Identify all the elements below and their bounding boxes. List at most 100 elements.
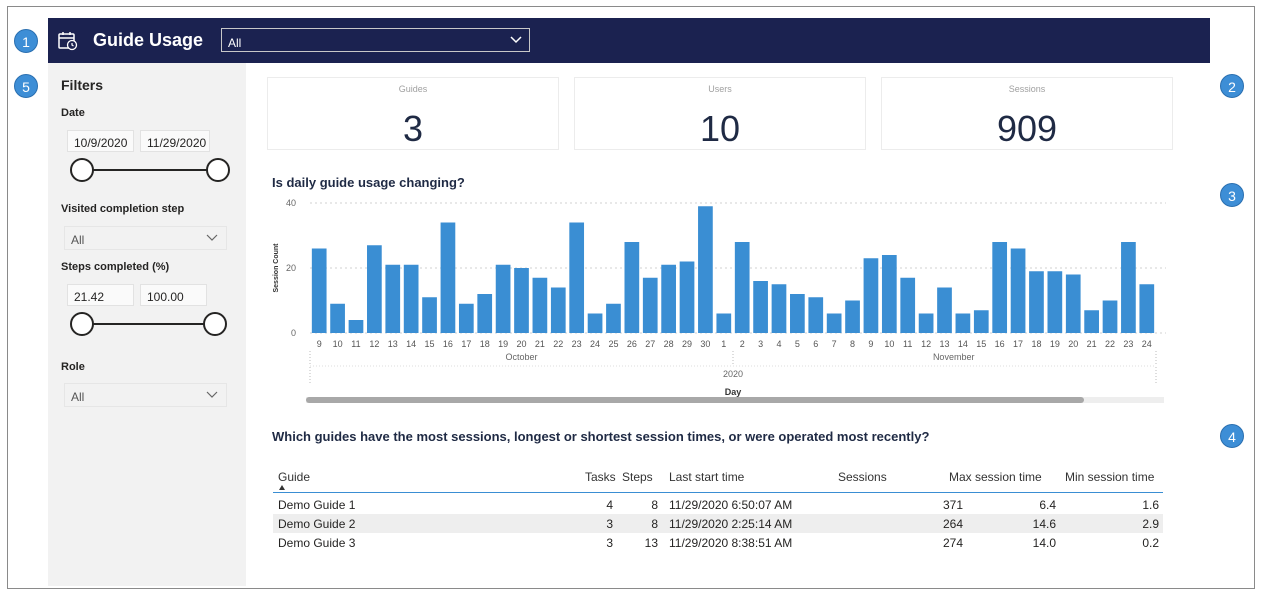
x-tick-label: 9 xyxy=(317,339,322,349)
bar xyxy=(587,313,603,333)
bar xyxy=(532,277,548,333)
bar xyxy=(1139,284,1155,333)
bar xyxy=(734,242,750,333)
bar xyxy=(753,281,768,333)
x-axis-title: Day xyxy=(725,387,742,397)
column-header[interactable]: Steps xyxy=(622,470,653,484)
x-tick-label: 5 xyxy=(795,339,800,349)
date-filter-label: Date xyxy=(61,107,85,119)
table-row[interactable]: Demo Guide 2 3 8 11/29/2020 2:25:14 AM 264 14… xyxy=(273,514,1163,533)
chevron-down-icon xyxy=(206,234,218,241)
x-tick-label: 13 xyxy=(939,339,949,349)
bar xyxy=(808,297,824,333)
bar xyxy=(826,313,842,333)
page-title: Guide Usage xyxy=(93,30,204,50)
role-filter-label: Role xyxy=(61,361,85,373)
steps-max-input[interactable]: 100.00 xyxy=(140,284,207,306)
bar xyxy=(550,287,566,333)
table-cell: 8 xyxy=(651,498,658,512)
bar xyxy=(863,258,879,333)
date-slider-track xyxy=(82,169,218,171)
x-tick-label: 16 xyxy=(995,339,1005,349)
x-tick-label: 15 xyxy=(425,339,435,349)
x-tick-label: 6 xyxy=(813,339,818,349)
y-tick-label: 0 xyxy=(291,328,296,338)
x-tick-label: 19 xyxy=(1050,339,1060,349)
callout-badge-5: 5 xyxy=(14,74,38,98)
x-tick-label: 18 xyxy=(1031,339,1041,349)
table-cell: 14.0 xyxy=(1032,536,1056,550)
column-header[interactable]: Max session time xyxy=(949,470,1042,484)
table-row[interactable]: Demo Guide 3 3 13 11/29/2020 8:38:51 AM 274 1… xyxy=(273,533,1163,552)
bar xyxy=(661,264,676,333)
column-header[interactable]: Last start time xyxy=(669,470,744,484)
table-cell: 0.2 xyxy=(1142,536,1159,550)
bar xyxy=(569,222,585,333)
kpi-label: Sessions xyxy=(1008,84,1046,94)
x-tick-label: 20 xyxy=(516,339,526,349)
callout-badge-1: 1 xyxy=(14,29,38,53)
steps-slider-min-handle[interactable] xyxy=(70,312,94,336)
y-axis-title: Session Count xyxy=(273,243,280,293)
guide-select[interactable]: All xyxy=(221,28,530,52)
kpi-value: 10 xyxy=(699,108,741,149)
column-header[interactable]: Tasks xyxy=(585,470,616,484)
x-tick-label: 4 xyxy=(776,339,781,349)
x-tick-label: 9 xyxy=(868,339,873,349)
x-tick-label: 19 xyxy=(498,339,508,349)
kpi-card-sessions: Sessions 909 xyxy=(881,77,1173,150)
kpi-value: 3 xyxy=(402,108,424,149)
y-tick-label: 40 xyxy=(286,198,296,208)
column-header[interactable]: Min session time xyxy=(1065,470,1154,484)
bar xyxy=(845,300,860,333)
bar xyxy=(1084,310,1099,333)
x-tick-label: 29 xyxy=(682,339,692,349)
table-cell: 13 xyxy=(644,536,658,550)
bar xyxy=(440,222,456,333)
x-tick-label: 28 xyxy=(664,339,674,349)
table-cell: Demo Guide 3 xyxy=(278,536,356,550)
x-tick-label: 26 xyxy=(627,339,637,349)
x-tick-label: 11 xyxy=(351,339,360,349)
x-tick-label: 1 xyxy=(721,339,726,349)
callout-badge-4: 4 xyxy=(1220,424,1244,448)
date-slider-start-handle[interactable] xyxy=(70,158,94,182)
bar xyxy=(514,268,529,333)
date-end-input[interactable]: 11/29/2020 xyxy=(140,130,210,152)
x-tick-label: 30 xyxy=(700,339,710,349)
bar xyxy=(642,277,658,333)
x-tick-label: 2 xyxy=(740,339,745,349)
steps-slider-max-handle[interactable] xyxy=(203,312,227,336)
table-row[interactable]: Demo Guide 1 4 8 11/29/2020 6:50:07 AM 371 6.… xyxy=(273,495,1163,514)
date-start-input[interactable]: 10/9/2020 xyxy=(67,130,134,152)
steps-min-input[interactable]: 21.42 xyxy=(67,284,134,306)
steps-filter-label: Steps completed (%) xyxy=(61,261,170,273)
kpi-value: 909 xyxy=(996,108,1058,149)
x-tick-label: 21 xyxy=(535,339,545,349)
bar xyxy=(367,245,382,333)
table-header-row: Guide Tasks Steps Last start time Sessions Ma… xyxy=(273,468,1163,493)
x-tick-label: 14 xyxy=(958,339,968,349)
role-dropdown[interactable]: All xyxy=(64,383,227,407)
column-header[interactable]: Guide xyxy=(278,470,310,484)
x-tick-label: 18 xyxy=(480,339,490,349)
table-cell: Demo Guide 1 xyxy=(278,498,356,512)
bar xyxy=(679,261,695,333)
column-header[interactable]: Sessions xyxy=(838,470,887,484)
bar xyxy=(771,284,787,333)
table-title: Which guides have the most sessions, lon… xyxy=(272,429,930,444)
x-year-label: 2020 xyxy=(723,369,743,379)
bar xyxy=(495,264,511,333)
x-tick-label: 20 xyxy=(1068,339,1078,349)
x-tick-label: 10 xyxy=(884,339,894,349)
table-cell: 4 xyxy=(606,498,613,512)
bar xyxy=(716,313,732,333)
bar xyxy=(311,248,327,333)
daily-usage-bar-chart: 02040Session Count9 10 11 12 13 14 15 16 17 18 19 2… xyxy=(273,198,1166,403)
guide-select-value: All xyxy=(228,36,242,50)
visited-step-dropdown[interactable]: All xyxy=(64,226,227,250)
table-cell: 14.6 xyxy=(1032,517,1056,531)
x-tick-label: 13 xyxy=(388,339,398,349)
chart-scrollbar-thumb[interactable] xyxy=(306,397,1084,403)
date-slider-end-handle[interactable] xyxy=(206,158,230,182)
